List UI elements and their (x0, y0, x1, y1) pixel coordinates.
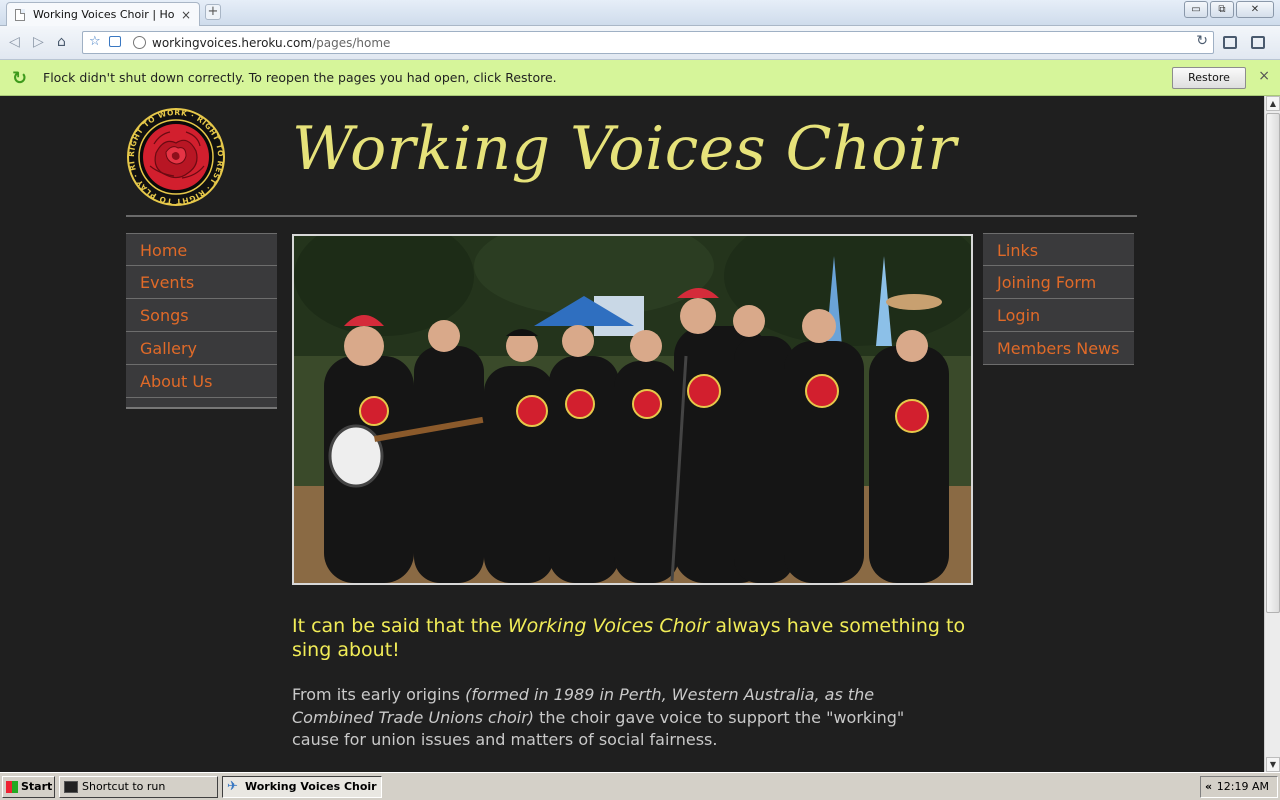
scroll-down-icon[interactable]: ▼ (1266, 757, 1280, 772)
navigation-toolbar: ◁ ▷ ⌂ ☆ workingvoices.heroku.com/pages/h… (0, 26, 1280, 60)
body-paragraph: From its early origins (formed in 1989 i… (292, 685, 905, 749)
close-window-button[interactable]: ✕ (1236, 1, 1274, 18)
star-icon[interactable]: ☆ (89, 34, 101, 49)
forward-icon[interactable]: ▷ (33, 34, 44, 50)
page-icon (15, 8, 25, 21)
tray-expand-icon[interactable]: « (1205, 777, 1212, 797)
restore-button[interactable]: Restore (1172, 67, 1246, 89)
rose-logo: RIGHT TO WORK · RIGHT TO REST · RIGHT TO… (126, 108, 225, 206)
reload-icon[interactable]: ↻ (1196, 33, 1208, 49)
vertical-scrollbar[interactable]: ▲ ▼ (1264, 96, 1280, 772)
nav-link-events[interactable]: Events (126, 266, 277, 299)
nav-link-songs[interactable]: Songs (126, 299, 277, 332)
nav-link-home[interactable]: Home (126, 233, 277, 266)
home-icon[interactable]: ⌂ (57, 34, 66, 50)
system-tray: « 12:19 AM (1200, 776, 1278, 798)
nav-link-login[interactable]: Login (983, 299, 1134, 332)
sidebar-icon[interactable] (1251, 36, 1265, 49)
site-title: Working Voices Choir (292, 114, 957, 184)
browser-tab[interactable]: Working Voices Choir | Home × (6, 2, 200, 26)
restore-window-button[interactable]: ⧉ (1210, 1, 1234, 18)
choir-photo (292, 234, 973, 585)
restore-icon: ↻ (12, 68, 28, 89)
session-restore-infobar: ↻ Flock didn't shut down correctly. To r… (0, 60, 1280, 96)
taskbar-item-shortcut[interactable]: Shortcut to run (59, 776, 218, 798)
nav-link-about-us[interactable]: About Us (126, 365, 277, 398)
left-navigation: Home Events Songs Gallery About Us (126, 233, 277, 409)
minimize-button[interactable]: ▭ (1184, 1, 1208, 18)
console-icon (64, 781, 78, 793)
clock: 12:19 AM (1216, 780, 1269, 793)
taskbar-item-browser[interactable]: ✈ Working Voices Choir ... (222, 776, 382, 798)
tab-title: Working Voices Choir | Home (33, 8, 175, 21)
scroll-thumb[interactable] (1266, 113, 1280, 613)
infobar-close-icon[interactable]: × (1258, 68, 1270, 84)
choir-photo-image (294, 236, 971, 583)
lead-emphasis: Working Voices Choir (507, 615, 710, 637)
scroll-up-icon[interactable]: ▲ (1266, 96, 1280, 111)
right-navigation: Links Joining Form Login Members News (983, 233, 1134, 365)
tab-close-icon[interactable]: × (181, 8, 191, 22)
nav-link-joining-form[interactable]: Joining Form (983, 266, 1134, 299)
bookmark-icon[interactable] (109, 36, 121, 47)
address-bar[interactable]: ☆ workingvoices.heroku.com/pages/home ↻ (82, 31, 1214, 54)
nav-link-members-news[interactable]: Members News (983, 332, 1134, 365)
back-icon[interactable]: ◁ (9, 34, 20, 50)
lead-paragraph: It can be said that the Working Voices C… (292, 615, 966, 661)
flock-icon: ✈ (227, 779, 238, 794)
globe-icon (133, 36, 146, 49)
page-viewport: RIGHT TO WORK · RIGHT TO REST · RIGHT TO… (0, 96, 1264, 772)
url-text[interactable]: workingvoices.heroku.com/pages/home (152, 36, 390, 50)
menu-icon[interactable] (1223, 36, 1237, 49)
title-bar: Working Voices Choir | Home × + ▭ ⧉ ✕ (0, 0, 1280, 26)
start-button[interactable]: Start (2, 776, 55, 798)
taskbar: Start Shortcut to run ✈ Working Voices C… (0, 772, 1280, 800)
window-controls: ▭ ⧉ ✕ (1184, 1, 1274, 18)
windows-flag-icon (6, 781, 18, 793)
infobar-message: Flock didn't shut down correctly. To reo… (43, 70, 557, 85)
nav-link-gallery[interactable]: Gallery (126, 332, 277, 365)
new-tab-button[interactable]: + (205, 4, 221, 20)
nav-link-links[interactable]: Links (983, 233, 1134, 266)
header-divider (126, 215, 1137, 217)
